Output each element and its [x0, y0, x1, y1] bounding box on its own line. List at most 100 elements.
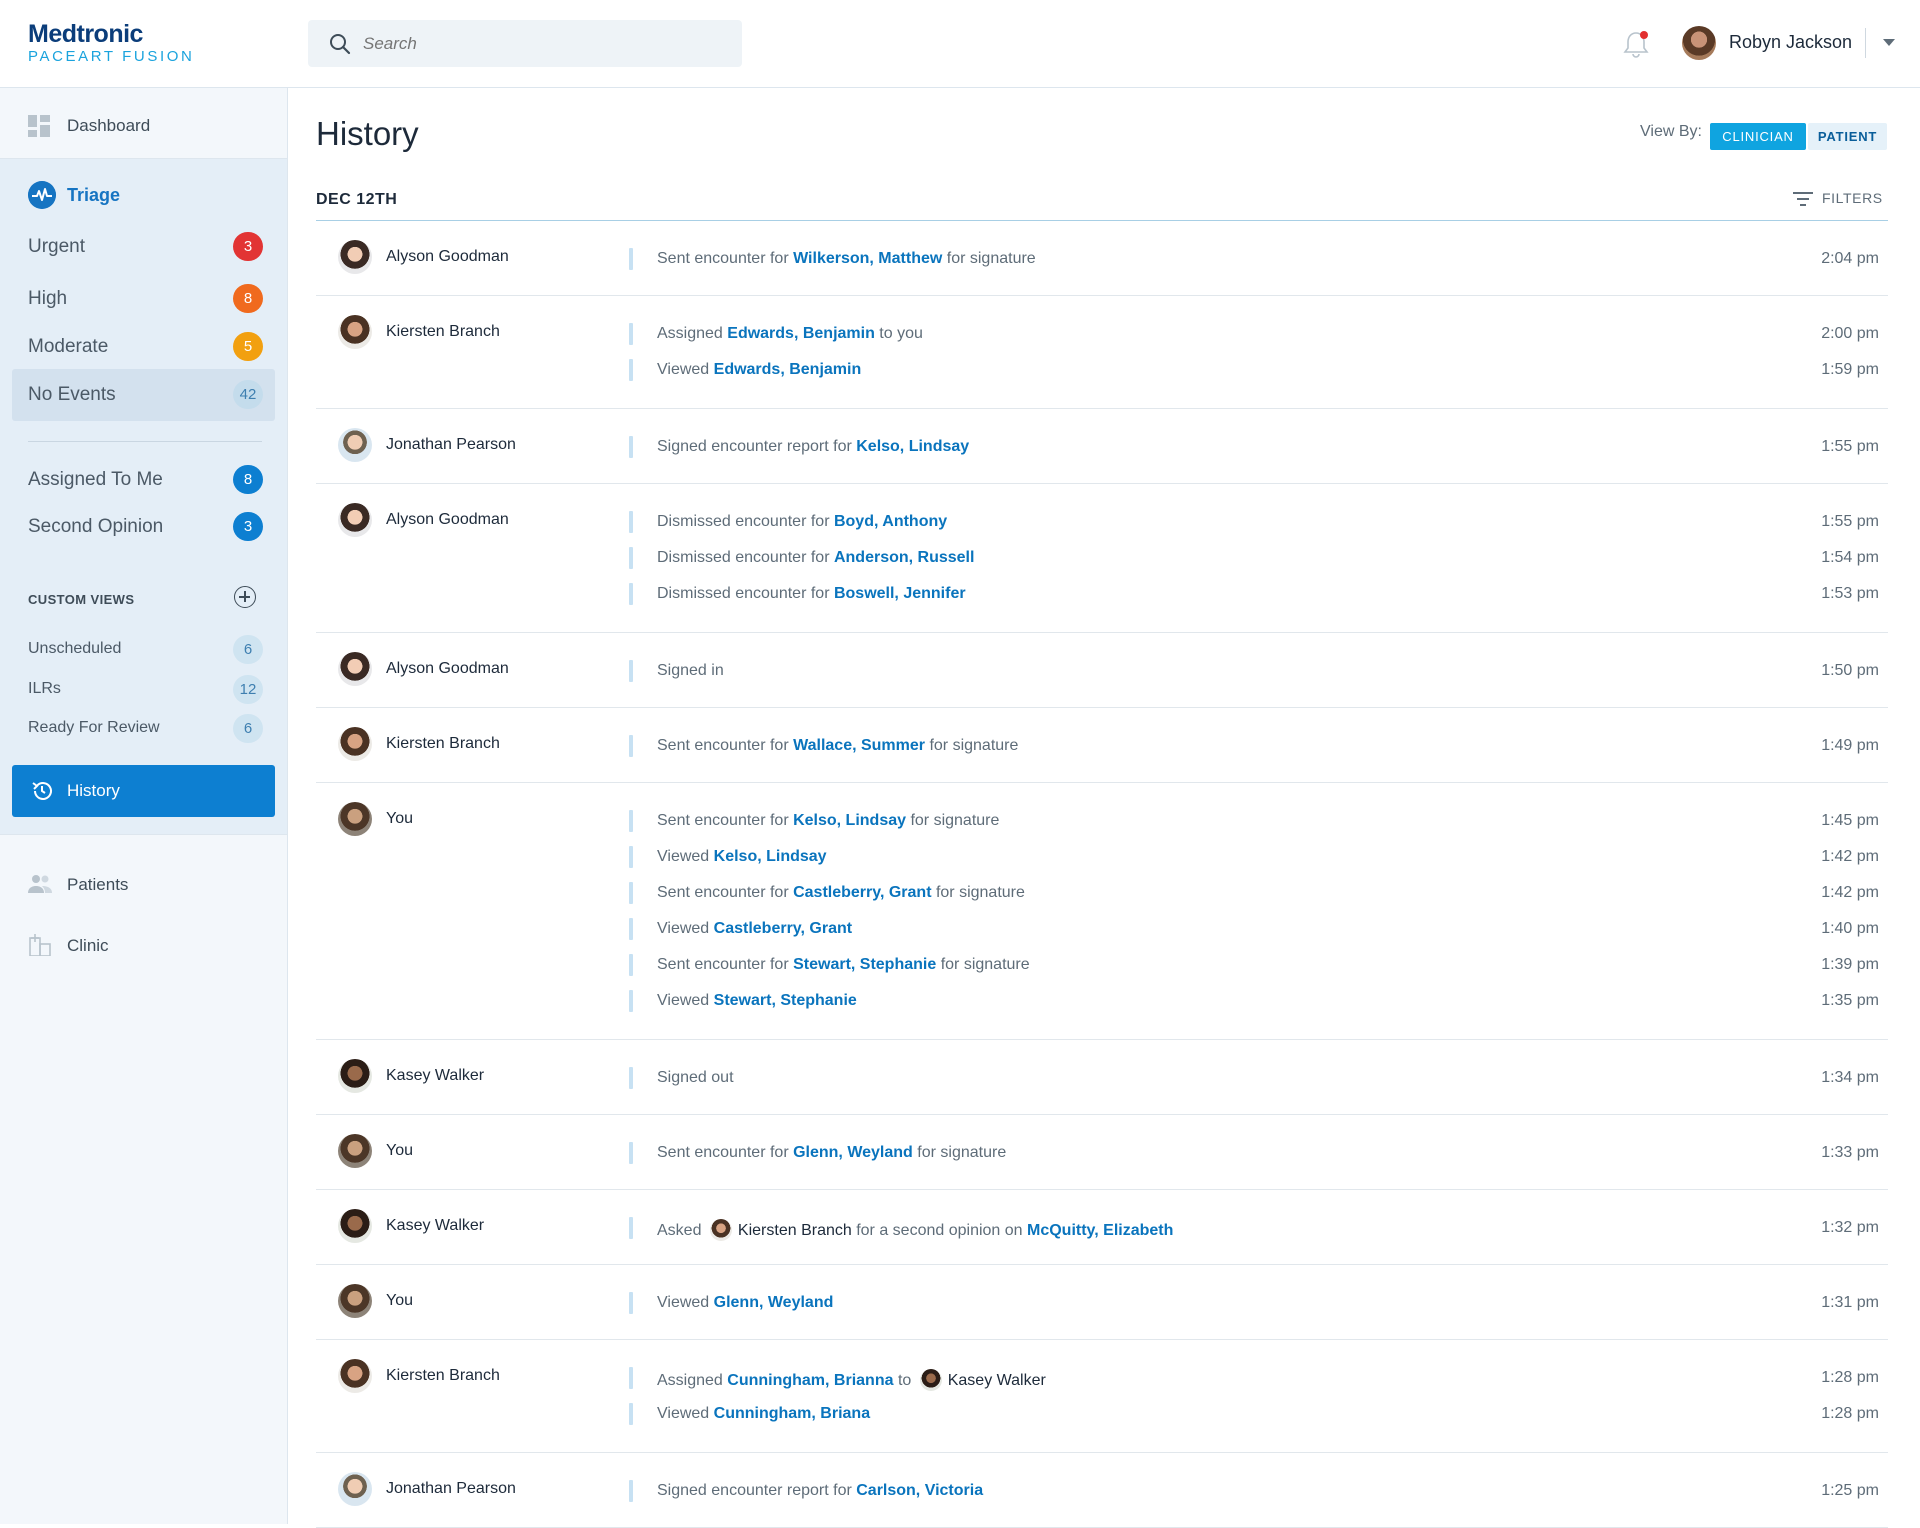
- avatar[interactable]: [338, 315, 372, 349]
- sidebar-item-label: Triage: [67, 185, 121, 205]
- sidebar-item-assigned-to-me[interactable]: Assigned To Me 8: [12, 454, 275, 506]
- sidebar-item-moderate[interactable]: Moderate 5: [12, 321, 275, 373]
- avatar[interactable]: [338, 1359, 372, 1393]
- sidebar-item-history[interactable]: History: [12, 765, 275, 817]
- actor-name[interactable]: Kasey Walker: [386, 1067, 484, 1085]
- avatar[interactable]: [338, 727, 372, 761]
- patient-link[interactable]: Glenn, Weyland: [793, 1144, 913, 1161]
- actor-name[interactable]: You: [386, 1142, 413, 1160]
- patient-link[interactable]: Wallace, Summer: [793, 737, 925, 754]
- patient-link[interactable]: Kelso, Lindsay: [714, 848, 827, 865]
- actor-name[interactable]: Kiersten Branch: [386, 323, 500, 341]
- sidebar-item-label: History: [67, 781, 120, 800]
- history-feed: Alyson Goodman Sent encounter for Wilkers…: [316, 221, 1888, 1528]
- view-patient-toggle[interactable]: PATIENT: [1808, 123, 1887, 150]
- peer-name[interactable]: Kasey Walker: [948, 1372, 1046, 1389]
- avatar[interactable]: [338, 1472, 372, 1506]
- filters-button[interactable]: FILTERS: [1792, 188, 1886, 210]
- avatar[interactable]: [338, 1209, 372, 1243]
- sidebar-item-clinic[interactable]: Clinic: [0, 917, 287, 977]
- chevron-down-icon[interactable]: [1883, 39, 1895, 46]
- brand-name: Medtronic: [28, 20, 143, 48]
- avatar[interactable]: [338, 240, 372, 274]
- sidebar-item-dashboard[interactable]: Dashboard: [0, 88, 287, 159]
- sidebar-item-urgent[interactable]: Urgent 3: [12, 221, 275, 273]
- history-group: Kiersten Branch Assigned Edwards, Benjami…: [316, 296, 1888, 409]
- patient-link[interactable]: Kelso, Lindsay: [793, 812, 906, 829]
- patient-link[interactable]: Cunningham, Briana: [714, 1405, 870, 1422]
- actor-name[interactable]: Jonathan Pearson: [386, 1480, 516, 1498]
- avatar[interactable]: [338, 1059, 372, 1093]
- count-badge: 6: [233, 635, 263, 664]
- avatar[interactable]: [338, 1284, 372, 1318]
- event-action: to you: [874, 325, 923, 342]
- event-text: Dismissed encounter for Boswell, Jennife…: [657, 585, 966, 603]
- patient-link[interactable]: Boyd, Anthony: [834, 513, 947, 530]
- history-group: Kiersten Branch Assigned Cunningham, Bria…: [316, 1340, 1888, 1453]
- avatar[interactable]: [338, 1134, 372, 1168]
- actor-name[interactable]: Jonathan Pearson: [386, 436, 516, 454]
- sidebar-item-ready-for-review[interactable]: Ready For Review 6: [12, 710, 275, 746]
- sidebar-item-unscheduled[interactable]: Unscheduled 6: [12, 631, 275, 667]
- sidebar-item-patients[interactable]: Patients: [0, 856, 287, 916]
- avatar[interactable]: [338, 428, 372, 462]
- patient-link[interactable]: Kelso, Lindsay: [856, 438, 969, 455]
- event-marker: [629, 954, 633, 976]
- actor-name[interactable]: Alyson Goodman: [386, 511, 509, 529]
- user-name[interactable]: Robyn Jackson: [1729, 32, 1852, 53]
- patient-link[interactable]: Castleberry, Grant: [793, 884, 931, 901]
- patient-link[interactable]: Glenn, Weyland: [714, 1294, 834, 1311]
- history-event: Viewed Glenn, Weyland 1:31 pm: [629, 1292, 1879, 1314]
- actor-name[interactable]: You: [386, 1292, 413, 1310]
- actor-name[interactable]: Alyson Goodman: [386, 660, 509, 678]
- patient-link[interactable]: McQuitty, Elizabeth: [1027, 1222, 1173, 1239]
- notifications-button[interactable]: [1622, 30, 1650, 60]
- patient-link[interactable]: Cunningham, Brianna: [727, 1372, 893, 1389]
- sidebar-item-second-opinion[interactable]: Second Opinion 3: [12, 501, 275, 553]
- patient-link[interactable]: Stewart, Stephanie: [714, 992, 857, 1009]
- product-name: PACEART FUSION: [28, 48, 195, 65]
- history-event: Asked Kiersten Branch for a second opini…: [629, 1217, 1879, 1241]
- event-action: Assigned: [657, 325, 728, 342]
- event-time: 1:53 pm: [1821, 585, 1879, 602]
- patient-link[interactable]: Carlson, Victoria: [856, 1482, 983, 1499]
- peer-name[interactable]: Kiersten Branch: [738, 1222, 852, 1239]
- user-avatar[interactable]: [1682, 26, 1716, 60]
- event-text: Asked Kiersten Branch for a second opini…: [657, 1219, 1173, 1241]
- actor-name[interactable]: Kiersten Branch: [386, 1367, 500, 1385]
- count-badge: 6: [233, 714, 263, 743]
- patient-link[interactable]: Edwards, Benjamin: [727, 325, 875, 342]
- patient-link[interactable]: Wilkerson, Matthew: [793, 250, 942, 267]
- avatar[interactable]: [338, 652, 372, 686]
- history-event: Viewed Edwards, Benjamin 1:59 pm: [629, 359, 1879, 381]
- search-box[interactable]: [308, 20, 742, 67]
- sidebar-item-high[interactable]: High 8: [12, 273, 275, 325]
- add-view-icon[interactable]: [234, 586, 256, 608]
- patient-link[interactable]: Anderson, Russell: [834, 549, 974, 566]
- event-action: Viewed: [657, 848, 714, 865]
- event-time: 1:28 pm: [1821, 1405, 1879, 1422]
- event-action: to: [893, 1372, 916, 1389]
- actor-name[interactable]: You: [386, 810, 413, 828]
- history-group: You Sent encounter for Glenn, Weyland for…: [316, 1115, 1888, 1190]
- sidebar-item-ilrs[interactable]: ILRs 12: [12, 671, 275, 707]
- actor-name[interactable]: Kiersten Branch: [386, 735, 500, 753]
- sidebar-item-no-events[interactable]: No Events 42: [12, 369, 275, 421]
- event-marker: [629, 882, 633, 904]
- search-input[interactable]: [363, 28, 723, 59]
- actor-name[interactable]: Kasey Walker: [386, 1217, 484, 1235]
- avatar[interactable]: [338, 503, 372, 537]
- patient-link[interactable]: Edwards, Benjamin: [714, 361, 862, 378]
- view-clinician-toggle[interactable]: CLINICIAN: [1710, 123, 1806, 150]
- actor-name[interactable]: Alyson Goodman: [386, 248, 509, 266]
- patient-link[interactable]: Boswell, Jennifer: [834, 585, 966, 602]
- peer-avatar[interactable]: [919, 1369, 942, 1391]
- logo[interactable]: Medtronic PACEART FUSION: [28, 20, 194, 66]
- event-time: 1:34 pm: [1821, 1069, 1879, 1086]
- patient-link[interactable]: Stewart, Stephanie: [793, 956, 936, 973]
- peer-avatar[interactable]: [709, 1219, 732, 1241]
- avatar[interactable]: [338, 802, 372, 836]
- patient-link[interactable]: Castleberry, Grant: [714, 920, 852, 937]
- history-event: Sent encounter for Kelso, Lindsay for si…: [629, 810, 1879, 832]
- history-group: Kiersten Branch Sent encounter for Wallac…: [316, 708, 1888, 783]
